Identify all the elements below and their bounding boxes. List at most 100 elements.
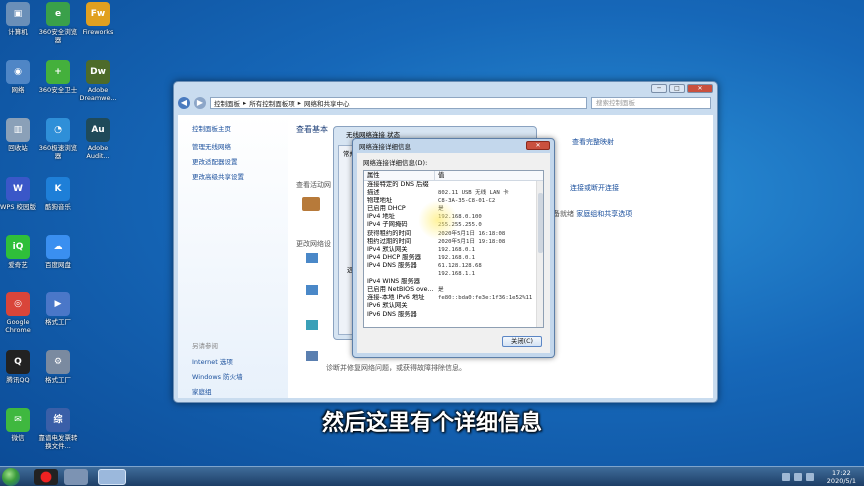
scrollbar-thumb[interactable] xyxy=(538,193,543,253)
desktop-icon[interactable]: W WPS 校园版 xyxy=(0,177,38,211)
connection-details-dialog: 网络连接详细信息 ✕ 网络连接详细信息(D): 属性 值 连接特定的 DNS 后… xyxy=(352,138,555,358)
details-row[interactable]: IPv4 子网掩码 255.255.255.0 xyxy=(364,221,543,229)
details-row[interactable]: 连接-本地 IPv6 地址 fe80::bda0:fe3e:1f36:1e52%1… xyxy=(364,294,543,302)
homegroup-status: 准备就绪 家庭组和共享选项 xyxy=(546,209,632,219)
desktop-icon[interactable]: ◎ Google Chrome xyxy=(0,292,38,334)
desktop-icon[interactable]: ▥ 回收站 xyxy=(0,118,38,152)
details-row[interactable]: IPv4 默认网关 192.168.0.1 xyxy=(364,246,543,254)
desktop-icon[interactable]: e 360安全浏览器 xyxy=(38,2,78,44)
homegroup-options-link[interactable]: 家庭组和共享选项 xyxy=(576,210,632,218)
property-cell: 已启用 NetBIOS ove... xyxy=(367,286,434,294)
value-cell: 61.128.128.68 xyxy=(438,262,482,269)
details-row[interactable]: 描述 802.11 USB 无线 LAN 卡 xyxy=(364,189,543,197)
desktop-icon-label: 格式工厂 xyxy=(45,376,71,384)
desktop-icon[interactable]: Au Adobe Audit... xyxy=(78,118,118,160)
app-icon: iQ xyxy=(6,235,30,259)
troubleshoot-icon xyxy=(306,351,318,361)
window-close-button[interactable]: ✕ xyxy=(687,84,713,93)
sidebar-item-advanced-sharing[interactable]: 更改高级共享设置 xyxy=(192,171,288,181)
desktop-icon-label: 腾讯QQ xyxy=(6,376,30,384)
details-row[interactable]: 获得租约的时间 2020年5月1日 16:18:08 xyxy=(364,230,543,238)
troubleshoot-description: 诊断并修复网络问题，或获得故障排除信息。 xyxy=(326,364,466,372)
property-cell: IPv6 DNS 服务器 xyxy=(367,310,417,318)
tray-icon[interactable] xyxy=(782,473,790,481)
desktop-icon[interactable]: ◔ 360极速浏览器 xyxy=(38,118,78,160)
forward-button[interactable]: ▶ xyxy=(194,97,206,109)
start-button[interactable] xyxy=(2,468,20,486)
details-row[interactable]: IPv6 DNS 服务器 xyxy=(364,311,543,319)
record-app-icon[interactable] xyxy=(34,469,58,485)
see-also-homegroup[interactable]: 家庭组 xyxy=(192,386,243,396)
desktop-icon[interactable]: +360安全卫士 xyxy=(38,60,78,94)
details-row[interactable]: 已启用 DHCP 是 xyxy=(364,205,543,213)
window-titlebar: ─ □ ✕ xyxy=(174,82,717,93)
desktop-icon-label: WPS 校园版 xyxy=(0,203,37,211)
details-list-header: 属性 值 xyxy=(364,171,543,181)
connect-disconnect-link[interactable]: 连接或断开连接 xyxy=(570,183,619,193)
tray-icon[interactable] xyxy=(794,473,802,481)
desktop-icon[interactable]: Q 腾讯QQ xyxy=(0,350,38,384)
desktop-icon[interactable]: K 酷狗音乐 xyxy=(38,177,78,211)
maximize-button[interactable]: □ xyxy=(669,84,685,93)
taskbar-clock[interactable]: 17:22 2020/5/1 xyxy=(827,469,856,485)
taskbar-app-icon[interactable] xyxy=(64,469,88,485)
value-cell: 是 xyxy=(438,206,444,213)
details-row[interactable]: IPv6 默认网关 xyxy=(364,302,543,310)
details-row[interactable]: IPv4 地址 192.168.0.100 xyxy=(364,213,543,221)
desktop-icon-label: Adobe Audit... xyxy=(86,144,110,160)
details-row[interactable]: IPv4 DNS 服务器 61.128.128.68 xyxy=(364,262,543,270)
sidebar-home-link[interactable]: 控制面板主页 xyxy=(192,123,288,133)
minimize-button[interactable]: ─ xyxy=(651,84,667,93)
clock-date: 2020/5/1 xyxy=(826,477,856,485)
details-row[interactable]: 已启用 NetBIOS ove... 是 xyxy=(364,286,543,294)
breadcrumb-item[interactable]: 所有控制面板项 xyxy=(249,98,295,108)
desktop-icon[interactable]: ◉ 网络 xyxy=(0,60,38,94)
app-icon: K xyxy=(46,177,70,201)
property-cell: 描述 xyxy=(367,189,380,197)
value-cell: 802.11 USB 无线 LAN 卡 xyxy=(438,190,509,197)
see-also-firewall[interactable]: Windows 防火墙 xyxy=(192,371,243,381)
sidebar-item-manage-wireless[interactable]: 管理无线网络 xyxy=(192,141,288,151)
dialog-close-x-button[interactable]: ✕ xyxy=(526,141,550,150)
details-rows: 连接特定的 DNS 后缀 描述 802.11 USB 无线 LAN 卡物理地址 C8-… xyxy=(364,181,543,319)
desktop-icon[interactable]: ▣ 计算机 xyxy=(0,2,38,36)
view-full-map-link[interactable]: 查看完整映射 xyxy=(572,137,614,147)
address-bar[interactable]: 控制面板 ▸ 所有控制面板项 ▸ 网络和共享中心 xyxy=(210,97,587,109)
desktop-icon[interactable]: iQ 爱奇艺 xyxy=(0,235,38,269)
details-row[interactable]: IPv4 WINS 服务器 xyxy=(364,278,543,286)
connect-network-icon xyxy=(306,285,318,295)
desktop-icon-label: 百度网盘 xyxy=(45,261,71,269)
search-input[interactable]: 搜索控制面板 xyxy=(591,97,711,109)
desktop-icon[interactable]: Dw Adobe Dreamwe... xyxy=(78,60,118,102)
desktop-icon[interactable]: ▶ 格式工厂 xyxy=(38,292,78,326)
taskbar-control-panel[interactable] xyxy=(98,469,126,485)
app-icon: W xyxy=(6,177,30,201)
desktop-icon[interactable]: ☁ 百度网盘 xyxy=(38,235,78,269)
tray-icon[interactable] xyxy=(806,473,814,481)
desktop-icon[interactable]: Fw Fireworks xyxy=(78,2,118,36)
column-header-property[interactable]: 属性 xyxy=(364,171,435,180)
clock-time: 17:22 xyxy=(832,469,851,477)
desktop-icon-label: 回收站 xyxy=(8,144,28,152)
details-scrollbar[interactable] xyxy=(536,181,543,327)
close-button[interactable]: 关闭(C) xyxy=(502,336,542,347)
see-also-internet-options[interactable]: Internet 选项 xyxy=(192,356,243,366)
desktop-icon-label: 格式工厂 xyxy=(45,318,71,326)
details-row[interactable]: IPv4 DHCP 服务器 192.168.0.1 xyxy=(364,254,543,262)
desktop-icon[interactable]: ⚙ 格式工厂 xyxy=(38,350,78,384)
details-row[interactable]: 租约过期的时间 2020年5月1日 19:18:08 xyxy=(364,238,543,246)
dialog-title: 网络连接详细信息 xyxy=(359,142,411,151)
app-icon: ▥ xyxy=(6,118,30,142)
details-row[interactable]: 物理地址 C8-3A-35-C8-01-C2 xyxy=(364,197,543,205)
value-cell: 2020年5月1日 16:18:08 xyxy=(438,230,506,237)
details-list[interactable]: 属性 值 连接特定的 DNS 后缀 描述 802.11 USB 无线 LAN 卡物理… xyxy=(363,170,544,328)
sidebar-item-adapter-settings[interactable]: 更改适配器设置 xyxy=(192,156,288,166)
back-button[interactable]: ◀ xyxy=(178,97,190,109)
details-row[interactable]: 192.168.1.1 xyxy=(364,270,543,278)
column-header-value[interactable]: 值 xyxy=(435,171,444,180)
breadcrumb-item[interactable]: 网络和共享中心 xyxy=(304,98,350,108)
breadcrumb-item[interactable]: 控制面板 xyxy=(214,98,240,108)
value-cell: C8-3A-35-C8-01-C2 xyxy=(438,198,496,205)
details-row[interactable]: 连接特定的 DNS 后缀 xyxy=(364,181,543,189)
property-cell: IPv6 默认网关 xyxy=(367,302,408,310)
